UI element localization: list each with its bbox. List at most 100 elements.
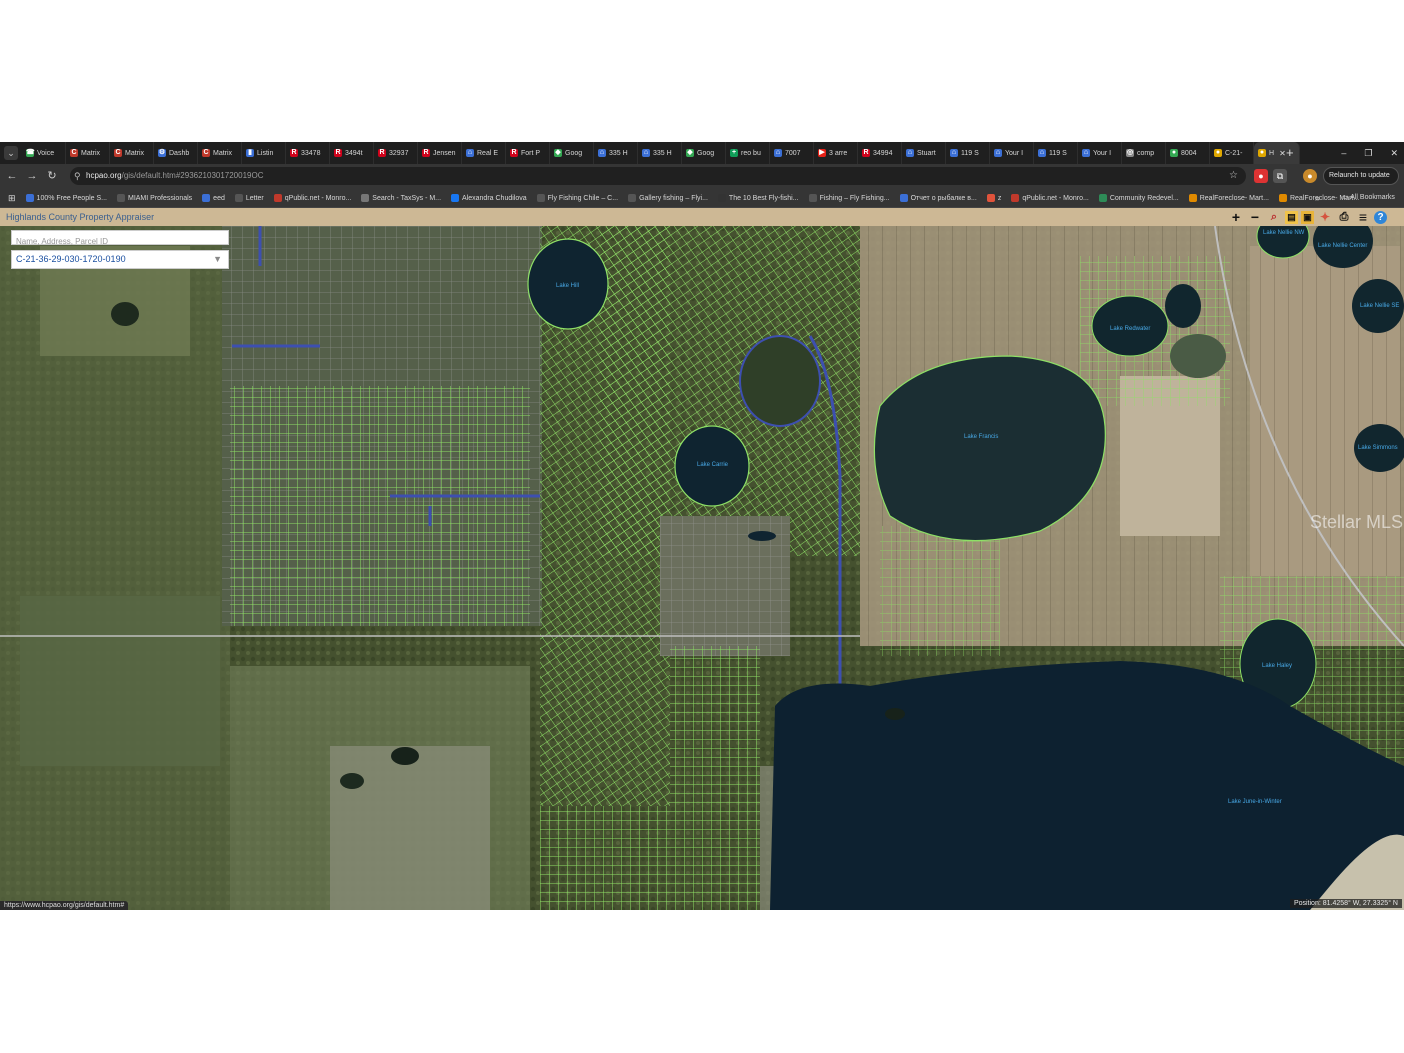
bookmark-label: qPublic.net - Monro...	[284, 194, 352, 202]
tab-12[interactable]: ◆ Goog	[550, 142, 594, 164]
tab-favicon-icon: R	[422, 149, 430, 157]
tab-2[interactable]: C Matrix	[110, 142, 154, 164]
tab-23[interactable]: ⌂ 119 S	[1034, 142, 1078, 164]
tab-22[interactable]: ⌂ Your I	[990, 142, 1034, 164]
bookmark-item[interactable]: 100% Free People S...	[25, 194, 107, 202]
tab-6[interactable]: R 33478	[286, 142, 330, 164]
tab-favicon-icon: ⚙	[158, 149, 166, 157]
tab-favicon-icon: ◆	[686, 149, 694, 157]
extensions-puzzle-icon[interactable]: ⧉	[1273, 169, 1287, 183]
bookmark-label: 100% Free People S...	[36, 194, 107, 202]
bookmark-label: Letter	[245, 194, 264, 202]
tab-9[interactable]: R Jensen	[418, 142, 462, 164]
relaunch-button[interactable]: Relaunch to update ⋮	[1323, 167, 1399, 195]
site-info-icon[interactable]: ⚲	[74, 167, 81, 185]
tab-20[interactable]: ⌂ Stuart	[902, 142, 946, 164]
tab-11[interactable]: R Fort P	[506, 142, 550, 164]
identify-tool-icon[interactable]: ⌕	[1266, 209, 1282, 225]
tab-17[interactable]: ⌂ 7007	[770, 142, 814, 164]
bookmark-item[interactable]: MIAMI Professionals	[116, 194, 192, 202]
back-arrow-icon[interactable]: ←	[4, 168, 20, 184]
app-title: Highlands County Property Appraiser	[6, 212, 155, 222]
bookmark-item[interactable]: Alexandra Chudilova	[451, 194, 527, 202]
window-controls: – ❐ ✕	[1341, 142, 1398, 164]
bookmark-item[interactable]: qPublic.net - Monro...	[273, 194, 352, 202]
tab-10[interactable]: ⌂ Real E	[462, 142, 506, 164]
map-view[interactable]: Lake Hill Lake Carrie Lake Francis Lake …	[0, 226, 1404, 910]
aerial-map[interactable]	[0, 226, 1404, 910]
chevron-down-icon[interactable]: ▼	[213, 251, 222, 268]
search-input[interactable]	[12, 235, 220, 248]
tab-5[interactable]: ▮ Listin	[242, 142, 286, 164]
bookmark-item[interactable]: The 10 Best Fly-fishi...	[717, 194, 799, 202]
bookmark-item[interactable]: Search - TaxSys - M...	[361, 194, 441, 202]
bookmark-item[interactable]: Отчет о рыбалке в...	[899, 194, 977, 202]
tab-25[interactable]: ◎ comp	[1122, 142, 1166, 164]
tab-list: ☎ Voice C Matrix C Matrix ⚙ Dashb C Matrix ▮ Listin…	[22, 142, 1302, 164]
forward-arrow-icon[interactable]: →	[24, 168, 40, 184]
tab-4[interactable]: C Matrix	[198, 142, 242, 164]
tab-favicon-icon: ⌂	[598, 149, 606, 157]
tab-27[interactable]: ● C-21-	[1210, 142, 1254, 164]
tab-24[interactable]: ⌂ Your I	[1078, 142, 1122, 164]
tab-19[interactable]: R 34994	[858, 142, 902, 164]
bookmark-item[interactable]: Community Redevel...	[1098, 194, 1179, 202]
menu-icon[interactable]: ≡	[1355, 209, 1371, 225]
bookmark-favicon-icon	[717, 194, 726, 202]
bookmark-item[interactable]: Fly Fishing Chile – C...	[536, 194, 618, 202]
tab-21[interactable]: ⌂ 119 S	[946, 142, 990, 164]
bookmarks-overflow-button[interactable]: »	[1315, 188, 1320, 208]
bookmark-star-icon[interactable]: ☆	[1229, 167, 1238, 185]
help-icon[interactable]: ?	[1374, 210, 1387, 224]
minimize-icon[interactable]: –	[1341, 148, 1346, 158]
tab-label: Real E	[477, 149, 499, 157]
tab-13[interactable]: ⌂ 335 H	[594, 142, 638, 164]
tab-search-icon[interactable]: ⌄	[4, 146, 18, 160]
tab-18[interactable]: ▶ 3 arre	[814, 142, 858, 164]
select-tool-icon[interactable]: ▣	[1301, 210, 1314, 224]
tab-3[interactable]: ⚙ Dashb	[154, 142, 198, 164]
close-tab-icon[interactable]: ✕	[1279, 149, 1286, 158]
tab-7[interactable]: R 3494t	[330, 142, 374, 164]
extension-red-icon[interactable]: ●	[1254, 169, 1268, 183]
apps-grid-icon[interactable]: ⊞	[8, 193, 16, 204]
bookmark-item[interactable]: Gallery fishing – Flyi...	[628, 194, 708, 202]
tab-8[interactable]: R 32937	[374, 142, 418, 164]
tab-14[interactable]: ⌂ 335 H	[638, 142, 682, 164]
zoom-out-icon[interactable]: −	[1247, 209, 1263, 225]
tab-favicon-icon: R	[862, 149, 870, 157]
tab-label: reo bu	[741, 149, 761, 157]
bookmark-item[interactable]: Fishing – Fly Fishing...	[808, 194, 890, 202]
bookmark-item[interactable]: Letter	[234, 194, 264, 202]
bookmark-label: Gallery fishing – Flyi...	[639, 194, 708, 202]
bookmark-item[interactable]: z	[986, 194, 1001, 202]
bookmark-item[interactable]: RealForeclose- Mart...	[1188, 194, 1269, 202]
close-window-icon[interactable]: ✕	[1390, 148, 1398, 159]
tab-favicon-icon: ☎	[26, 149, 35, 157]
bookmarks-bar: ⊞ 100% Free People S... MIAMI Professiona…	[0, 188, 1404, 208]
address-bar[interactable]: ⚲ hcpao.org/gis/default.htm#293621030172…	[70, 167, 1246, 185]
tab-26[interactable]: ● 8004	[1166, 142, 1210, 164]
parcel-select[interactable]: C-21-36-29-030-1720-0190 ▼	[11, 250, 229, 269]
bookmark-item[interactable]: qPublic.net - Monro...	[1011, 194, 1089, 202]
address-url[interactable]: hcpao.org/gis/default.htm#29362103017200…	[86, 167, 263, 185]
measure-tool-icon[interactable]: ✦	[1317, 209, 1333, 225]
profile-avatar[interactable]: ●	[1303, 169, 1317, 183]
print-icon[interactable]: ⎙	[1336, 209, 1352, 225]
restore-icon[interactable]: ❐	[1364, 148, 1372, 159]
reload-icon[interactable]: ↻	[44, 168, 60, 184]
tab-15[interactable]: ◆ Goog	[682, 142, 726, 164]
zoom-in-icon[interactable]: +	[1228, 209, 1244, 225]
tab-16[interactable]: + reo bu	[726, 142, 770, 164]
all-bookmarks-button[interactable]: ▭ All Bookmarks	[1342, 188, 1395, 208]
bookmark-favicon-icon	[1278, 194, 1287, 202]
layers-tool-icon[interactable]: ▤	[1285, 210, 1298, 224]
tab-label: Your I	[1093, 149, 1112, 157]
bookmark-item[interactable]: eed	[202, 194, 225, 202]
new-tab-button[interactable]: +	[1286, 145, 1294, 161]
tab-0[interactable]: ☎ Voice	[22, 142, 66, 164]
bookmark-favicon-icon	[202, 194, 211, 202]
tab-label: Stuart	[917, 149, 936, 157]
lake-label: Lake Haley	[1262, 663, 1293, 669]
tab-1[interactable]: C Matrix	[66, 142, 110, 164]
